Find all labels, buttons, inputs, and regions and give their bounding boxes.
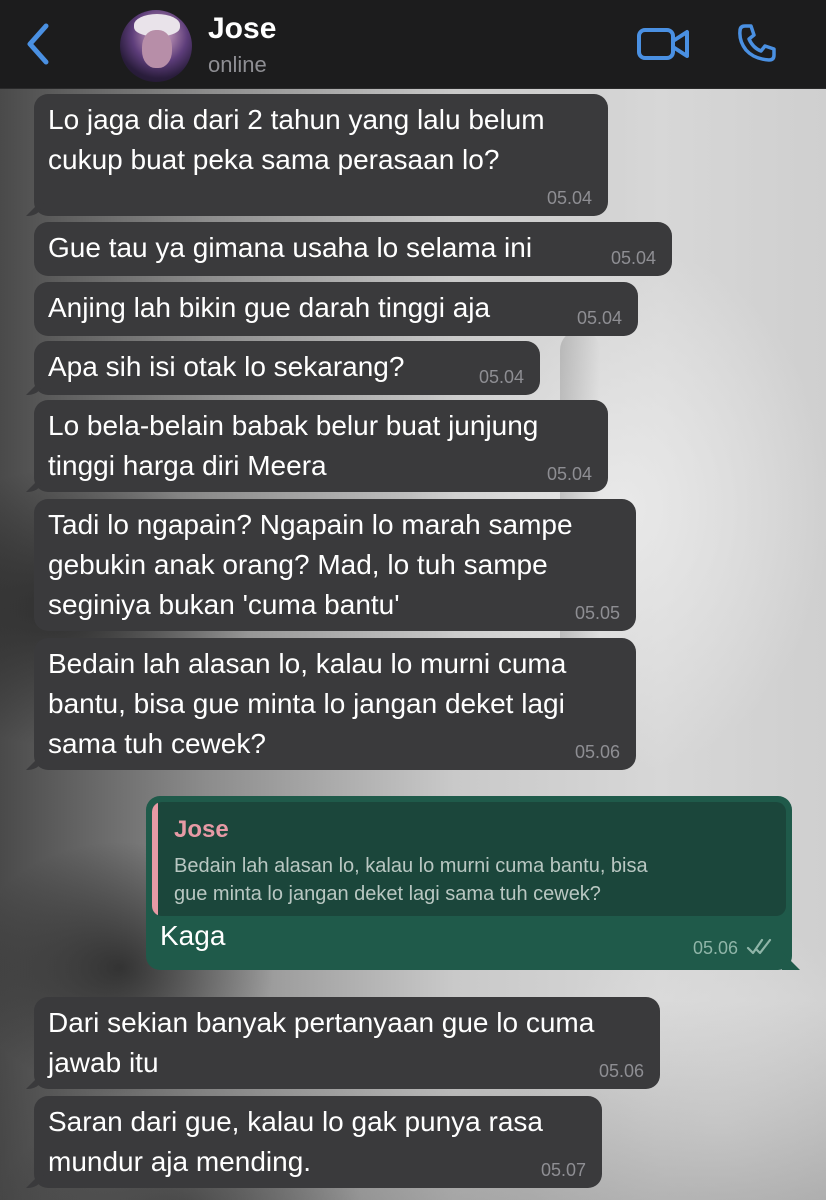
video-call-icon[interactable] (636, 24, 690, 64)
message-text: Lo bela-belain babak belur buat junjung … (48, 410, 539, 481)
message-time: 05.06 (692, 938, 738, 958)
message-text: Lo jaga dia dari 2 tahun yang lalu belum… (48, 104, 545, 175)
message-time: 05.04 (546, 464, 592, 484)
message-text: Saran dari gue, kalau lo gak punya rasa … (48, 1106, 543, 1177)
quoted-message[interactable]: Jose Bedain lah alasan lo, kalau lo murn… (152, 802, 786, 916)
message-time: 05.05 (574, 603, 620, 623)
message-bubble-incoming[interactable]: Dari sekian banyak pertanyaan gue lo cum… (34, 997, 660, 1089)
message-bubble-incoming[interactable]: Lo bela-belain babak belur buat junjung … (34, 400, 608, 492)
message-bubble-incoming[interactable]: Saran dari gue, kalau lo gak punya rasa … (34, 1096, 602, 1188)
message-text: Kaga (160, 920, 226, 951)
chat-header: Jose online (0, 0, 826, 89)
message-text: Bedain lah alasan lo, kalau lo murni cum… (48, 648, 567, 759)
message-text: Apa sih isi otak lo sekarang? (48, 351, 405, 382)
message-bubble-incoming[interactable]: Tadi lo ngapain? Ngapain lo marah sampe … (34, 499, 636, 631)
message-time: 05.04 (478, 367, 524, 387)
message-bubble-incoming[interactable]: Lo jaga dia dari 2 tahun yang lalu belum… (34, 94, 608, 216)
message-time: 05.06 (574, 742, 620, 762)
message-time: 05.07 (540, 1160, 586, 1180)
phone-call-icon[interactable] (736, 22, 778, 64)
message-time: 05.06 (598, 1061, 644, 1081)
message-bubble-outgoing[interactable]: Jose Bedain lah alasan lo, kalau lo murn… (146, 796, 792, 970)
avatar-face (142, 30, 172, 68)
message-time: 05.04 (546, 188, 592, 208)
quoted-sender: Jose (174, 816, 229, 843)
quote-accent-bar (152, 802, 158, 916)
contact-status: online (208, 52, 267, 77)
message-text: Tadi lo ngapain? Ngapain lo marah sampe … (48, 509, 573, 620)
message-bubble-incoming[interactable]: Gue tau ya gimana usaha lo selama ini 05… (34, 222, 672, 276)
message-bubble-incoming[interactable]: Bedain lah alasan lo, kalau lo murni cum… (34, 638, 636, 770)
quoted-text: Bedain lah alasan lo, kalau lo murni cum… (174, 855, 648, 905)
message-bubble-incoming[interactable]: Anjing lah bikin gue darah tinggi aja 05… (34, 282, 638, 336)
avatar[interactable] (120, 10, 192, 82)
message-time: 05.04 (610, 248, 656, 268)
contact-name[interactable]: Jose (208, 12, 276, 46)
message-text: Anjing lah bikin gue darah tinggi aja (48, 292, 491, 323)
message-bubble-incoming[interactable]: Apa sih isi otak lo sekarang? 05.04 (34, 341, 540, 395)
message-text: Dari sekian banyak pertanyaan gue lo cum… (48, 1007, 595, 1078)
message-time: 05.04 (576, 308, 622, 328)
message-text: Gue tau ya gimana usaha lo selama ini (48, 232, 533, 263)
back-chevron-icon[interactable] (22, 22, 56, 66)
double-check-icon (746, 938, 772, 955)
